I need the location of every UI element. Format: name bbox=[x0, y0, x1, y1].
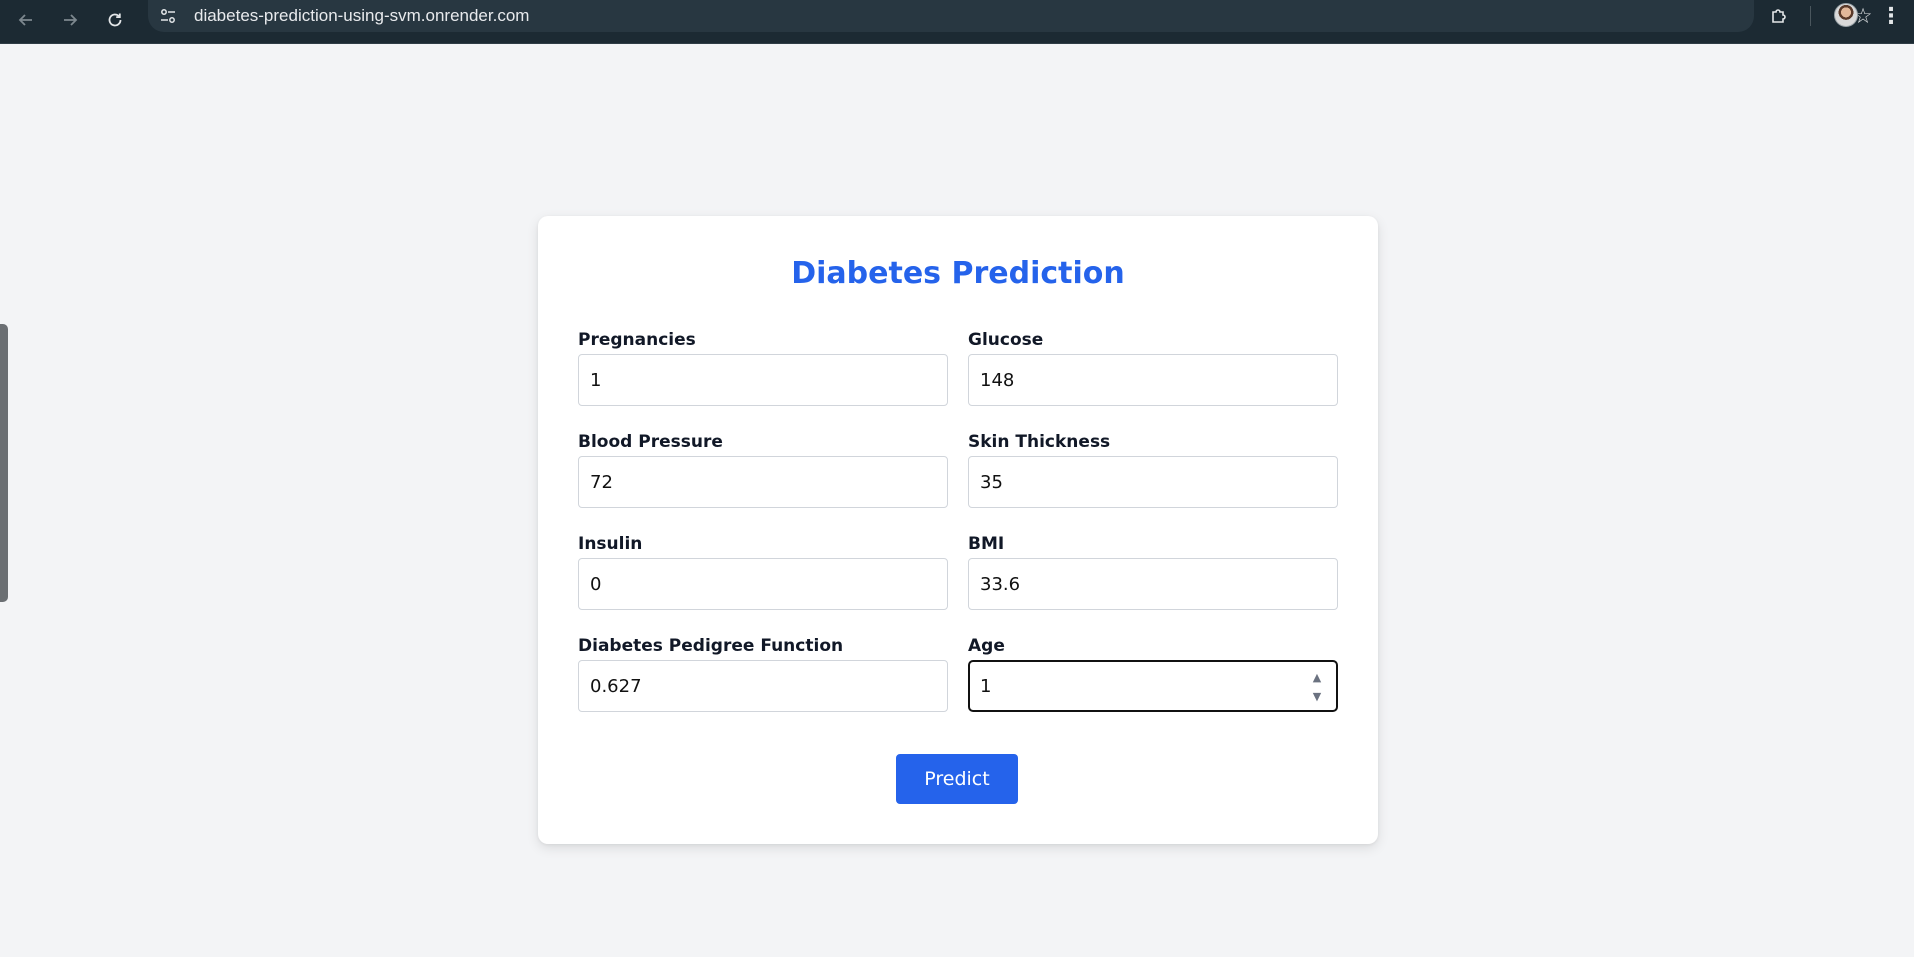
glucose-input[interactable] bbox=[969, 355, 1337, 405]
field-label: Insulin bbox=[578, 534, 643, 554]
field-glucose: Glucose bbox=[968, 328, 1338, 406]
prediction-card: Diabetes Prediction Pregnancies Glucose … bbox=[538, 216, 1378, 844]
spinner-down-icon[interactable]: ▼ bbox=[1313, 691, 1321, 702]
age-input-box: ▲ ▼ bbox=[968, 660, 1338, 712]
skin-thickness-input-box bbox=[968, 456, 1338, 508]
more-vert-icon[interactable]: ⋮ bbox=[1880, 2, 1902, 30]
field-age: Age ▲ ▼ bbox=[968, 634, 1338, 712]
toolbar-divider bbox=[1810, 6, 1811, 26]
field-label: Pregnancies bbox=[578, 330, 696, 350]
field-label: Glucose bbox=[968, 330, 1044, 350]
skin-thickness-input[interactable] bbox=[969, 457, 1337, 507]
field-insulin: Insulin bbox=[578, 532, 948, 610]
blood-pressure-input-box bbox=[578, 456, 948, 508]
field-pregnancies: Pregnancies bbox=[578, 328, 948, 406]
pedigree-input-box bbox=[578, 660, 948, 712]
bmi-input-box bbox=[968, 558, 1338, 610]
field-blood-pressure: Blood Pressure bbox=[578, 430, 948, 508]
field-diabetes-pedigree-function: Diabetes Pedigree Function bbox=[578, 634, 948, 712]
side-panel-handle[interactable] bbox=[0, 324, 8, 602]
arrow-left-icon[interactable] bbox=[10, 4, 42, 36]
url-text[interactable]: diabetes-prediction-using-svm.onrender.c… bbox=[194, 0, 529, 32]
address-bar[interactable]: diabetes-prediction-using-svm.onrender.c… bbox=[148, 0, 1872, 32]
spinner-up-icon[interactable]: ▲ bbox=[1313, 672, 1321, 683]
tune-icon[interactable] bbox=[158, 6, 178, 26]
insulin-input-box bbox=[578, 558, 948, 610]
glucose-input-box bbox=[968, 354, 1338, 406]
field-label: Blood Pressure bbox=[578, 432, 723, 452]
profile-avatar[interactable] bbox=[1834, 3, 1858, 27]
pregnancies-input-box bbox=[578, 354, 948, 406]
diabetes-pedigree-input[interactable] bbox=[579, 661, 947, 711]
browser-toolbar: diabetes-prediction-using-svm.onrender.c… bbox=[0, 0, 1914, 44]
field-label: Skin Thickness bbox=[968, 432, 1111, 452]
field-skin-thickness: Skin Thickness bbox=[968, 430, 1338, 508]
field-bmi: BMI bbox=[968, 532, 1338, 610]
number-spinner[interactable]: ▲ ▼ bbox=[1310, 672, 1324, 702]
field-label: Age bbox=[968, 636, 1005, 656]
page-title: Diabetes Prediction bbox=[791, 256, 1125, 291]
puzzle-icon[interactable] bbox=[1764, 2, 1794, 30]
pregnancies-input[interactable] bbox=[579, 355, 947, 405]
arrow-right-icon[interactable] bbox=[54, 4, 86, 36]
blood-pressure-input[interactable] bbox=[579, 457, 947, 507]
reload-icon[interactable] bbox=[99, 4, 131, 36]
predict-button[interactable]: Predict bbox=[896, 754, 1018, 804]
field-label: Diabetes Pedigree Function bbox=[578, 636, 844, 656]
age-input[interactable] bbox=[970, 662, 1336, 710]
bmi-input[interactable] bbox=[969, 559, 1337, 609]
insulin-input[interactable] bbox=[579, 559, 947, 609]
field-label: BMI bbox=[968, 534, 1005, 554]
